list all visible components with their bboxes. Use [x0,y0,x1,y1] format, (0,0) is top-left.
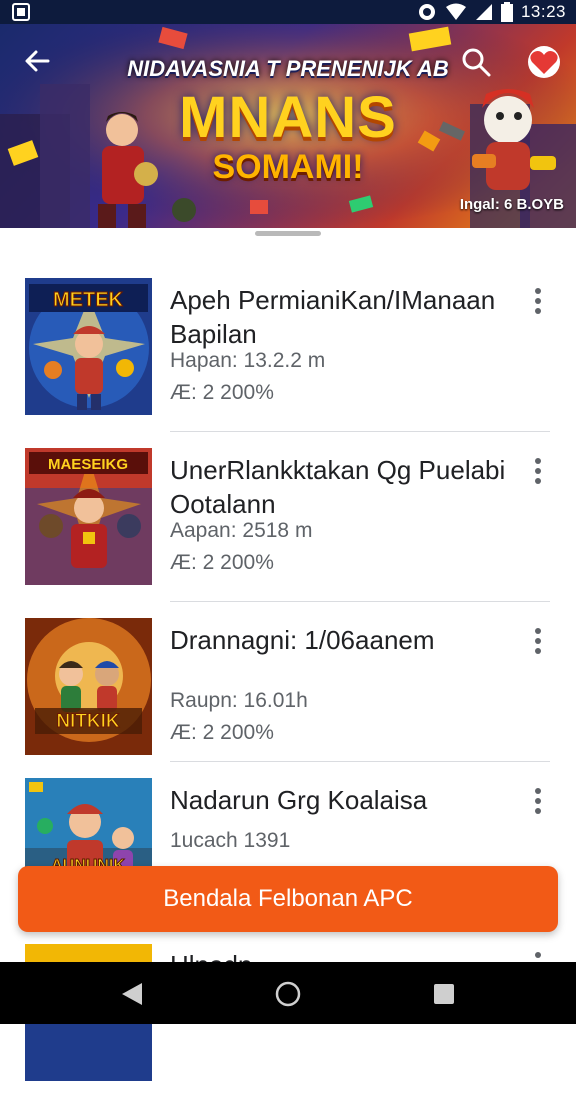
app-name: Drannagni: 1/06aanem [170,625,435,655]
more-vert-icon[interactable] [534,788,542,814]
sync-icon [418,4,435,20]
battery-icon [500,2,513,22]
banner-title-sub: SOMAMI! [212,148,364,186]
banner-title: MNANS [179,85,397,150]
wifi-icon [445,3,466,20]
system-nav-bar [0,962,576,1024]
app-name: UnerRlankktakan Qg Puelabi Ootalann [170,455,506,519]
hero-banner: NIDAVASNIA T PRENENIJK AB MNANS SOMAMI! … [0,24,576,228]
notification-icon [12,3,30,21]
status-bar: 13:23 [0,0,576,24]
banner-subtitle: NIDAVASNIA T PRENENIJK AB [127,56,449,81]
signal-icon [475,4,492,20]
thumb-title: METEK [53,289,124,311]
app-meta-rating: Æ: 2 200% [170,551,274,574]
app-thumbnail: METEK [25,278,152,415]
download-apk-button[interactable]: Bendala Felbonan APC [18,866,558,932]
app-name: Nadarun Grg Koalaisa [170,785,428,815]
app-name: Apeh PermianiKan/IManaan Bapilan [170,285,496,349]
app-thumbnail: MAESEIKG [25,448,152,585]
list-item[interactable]: METEK Apeh PermianiKan/IManaan Bapilan H… [0,260,576,430]
app-thumbnail: NITKIK [25,618,152,755]
status-time: 13:23 [520,2,566,21]
banner-tag: Ingal: 6 B.OYB [459,196,564,213]
app-meta-rating: Æ: 2 200% [170,721,274,744]
list-item[interactable]: MAESEIKG UnerRlankktakan Qg Puelabi Oota… [0,430,576,600]
drag-handle[interactable] [255,231,321,236]
list-item[interactable]: NITKIK Drannagni: 1/06aanem Raupn: 16.01… [0,600,576,770]
thumb-title: MAESEIKG [48,456,128,473]
app-meta-rating: Æ: 2 200% [170,381,274,404]
thumb-title: NITKIK [56,711,120,732]
app-meta-size: Raupn: 16.01h [170,689,308,712]
home-circle-icon[interactable] [274,980,302,1008]
back-triangle-icon[interactable] [118,980,146,1008]
status-icons: 13:23 [417,0,566,24]
app-meta-size: 1ucach 1391 [170,829,291,852]
app-meta-size: Aapan: 2518 m [170,519,313,542]
more-vert-icon[interactable] [534,628,542,654]
recents-square-icon[interactable] [430,980,458,1008]
app-meta-size: Hapan: 13.2.2 m [170,349,326,372]
more-vert-icon[interactable] [534,288,542,314]
more-vert-icon[interactable] [534,458,542,484]
